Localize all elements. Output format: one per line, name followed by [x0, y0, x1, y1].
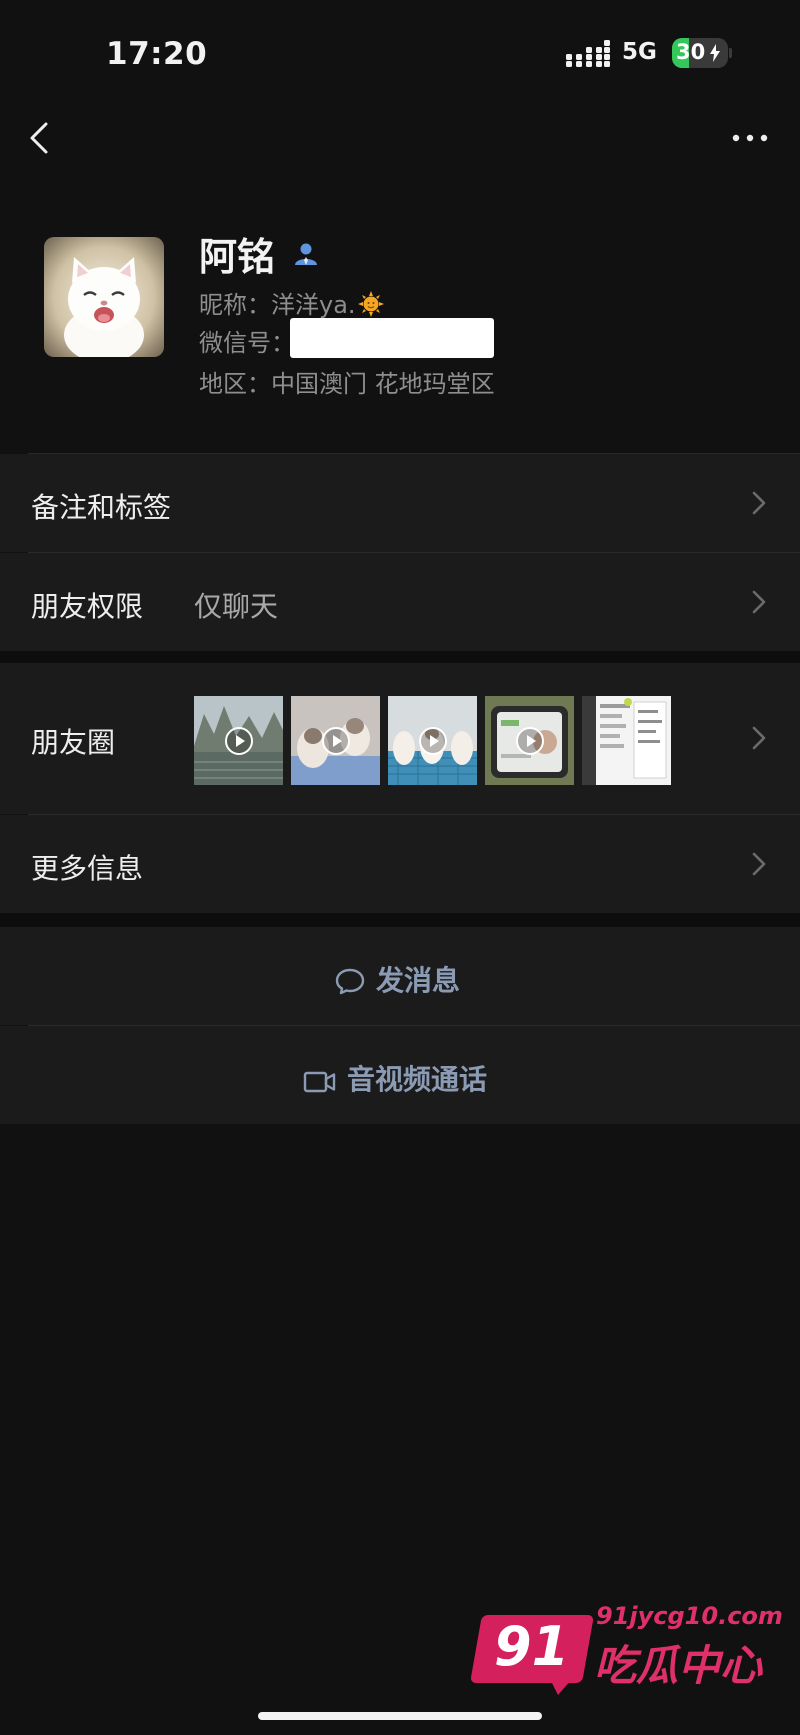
- nickname-line: 昵称：洋洋ya.: [199, 285, 384, 320]
- video-call-content: 音视频通话: [303, 1058, 487, 1098]
- status-time: 17:20: [106, 36, 208, 72]
- nickname-text: 昵称：洋洋ya.: [199, 291, 356, 319]
- moments-thumbnail[interactable]: [291, 696, 380, 785]
- play-icon: [322, 727, 350, 755]
- moments-thumbnail[interactable]: [194, 696, 283, 785]
- contact-person-icon: [295, 243, 317, 265]
- home-indicator[interactable]: [258, 1712, 542, 1720]
- chevron-right-icon: [752, 726, 766, 750]
- more-info-row[interactable]: 更多信息: [0, 815, 800, 913]
- contact-name: 阿铭: [199, 235, 276, 279]
- remarks-tags-label: 备注和标签: [31, 491, 172, 524]
- cat-avatar-image: [44, 237, 164, 357]
- send-message-label: 发消息: [376, 964, 461, 997]
- avatar[interactable]: [44, 237, 164, 357]
- chevron-right-icon: [752, 491, 766, 515]
- section-gap: [0, 913, 800, 927]
- watermark-logo: 91 91jycg10.com 吃瓜中心: [470, 1597, 783, 1697]
- friend-permission-label: 朋友权限: [31, 590, 144, 623]
- send-message-content: 发消息: [334, 959, 460, 999]
- signal-icon: [566, 40, 610, 67]
- chat-screenshot-thumbnail: [582, 696, 671, 785]
- moments-thumbnail[interactable]: [582, 696, 671, 785]
- watermark-badge-tail: [550, 1679, 572, 1695]
- moments-thumbnail[interactable]: [485, 696, 574, 785]
- video-call-button[interactable]: 音视频通话: [0, 1026, 800, 1124]
- chevron-right-icon: [752, 590, 766, 614]
- moments-thumbnail[interactable]: [388, 696, 477, 785]
- battery-percent: 30: [676, 40, 706, 64]
- chevron-left-icon: [30, 122, 48, 154]
- wechat-id-line: 微信号：: [199, 323, 295, 358]
- more-options-button[interactable]: [728, 122, 772, 154]
- play-icon: [225, 727, 253, 755]
- redacted-wechat-id: [290, 318, 494, 358]
- watermark-url: 91jycg10.com: [596, 1602, 783, 1630]
- network-type: 5G: [622, 39, 657, 65]
- video-call-label: 音视频通话: [347, 1063, 488, 1096]
- chevron-right-icon: [752, 852, 766, 876]
- chat-bubble-icon: [335, 968, 365, 995]
- video-camera-icon: [303, 1071, 336, 1093]
- send-message-button[interactable]: 发消息: [0, 927, 800, 1025]
- status-bar: 17:20 5G 30: [0, 0, 800, 100]
- charging-bolt-icon: [710, 44, 720, 62]
- play-icon: [419, 727, 447, 755]
- friend-permission-value: 仅聊天: [194, 590, 279, 623]
- battery-cap: [729, 48, 732, 58]
- watermark-brand: 吃瓜中心: [594, 1641, 763, 1690]
- region-text: 地区：中国澳门 花地玛堂区: [199, 370, 495, 398]
- wechat-id-label: 微信号：: [199, 329, 295, 357]
- battery-indicator: 30: [672, 38, 728, 68]
- friend-permission-row[interactable]: 朋友权限 仅聊天: [0, 553, 800, 651]
- remarks-tags-row[interactable]: 备注和标签: [0, 454, 800, 552]
- section-gap: [0, 651, 800, 663]
- sun-emoji-icon: [357, 291, 384, 317]
- more-dots-icon: [732, 134, 768, 142]
- more-info-label: 更多信息: [31, 852, 144, 885]
- watermark-number: 91: [494, 1615, 570, 1678]
- moments-label: 朋友圈: [31, 726, 116, 759]
- play-icon: [516, 727, 544, 755]
- back-button[interactable]: [20, 118, 60, 158]
